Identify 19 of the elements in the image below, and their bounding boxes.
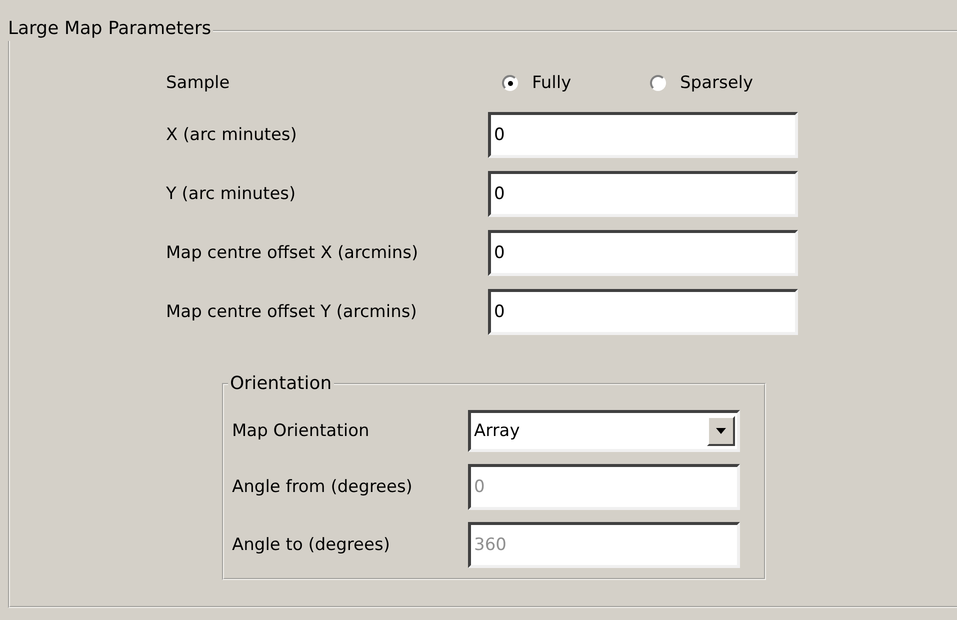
input-field[interactable]: 0 (488, 112, 798, 158)
dropdown[interactable]: Array (468, 410, 740, 452)
field-label: Sample (166, 73, 231, 93)
field-label: X (arc minutes) (166, 125, 298, 145)
radio-button[interactable]: Sparsely (650, 73, 798, 93)
field-label: Y (arc minutes) (166, 184, 297, 204)
radio-button[interactable]: Fully (502, 73, 650, 93)
group-title: Large Map Parameters (7, 18, 212, 39)
field-label: Map Orientation (232, 421, 370, 441)
input-field[interactable]: 0 (488, 171, 798, 217)
input-field[interactable]: 0 (488, 230, 798, 276)
input-field[interactable]: 0 (488, 289, 798, 335)
field-label: Angle from (degrees) (232, 477, 414, 497)
group-title: Orientation (229, 373, 333, 394)
field-label: Map centre offset X (arcmins) (166, 243, 420, 263)
field-label: Angle to (degrees) (232, 535, 391, 555)
radio-circle-icon[interactable] (502, 75, 518, 91)
radio-circle-icon[interactable] (650, 75, 666, 91)
field-label: Map centre offset Y (arcmins) (166, 302, 418, 322)
